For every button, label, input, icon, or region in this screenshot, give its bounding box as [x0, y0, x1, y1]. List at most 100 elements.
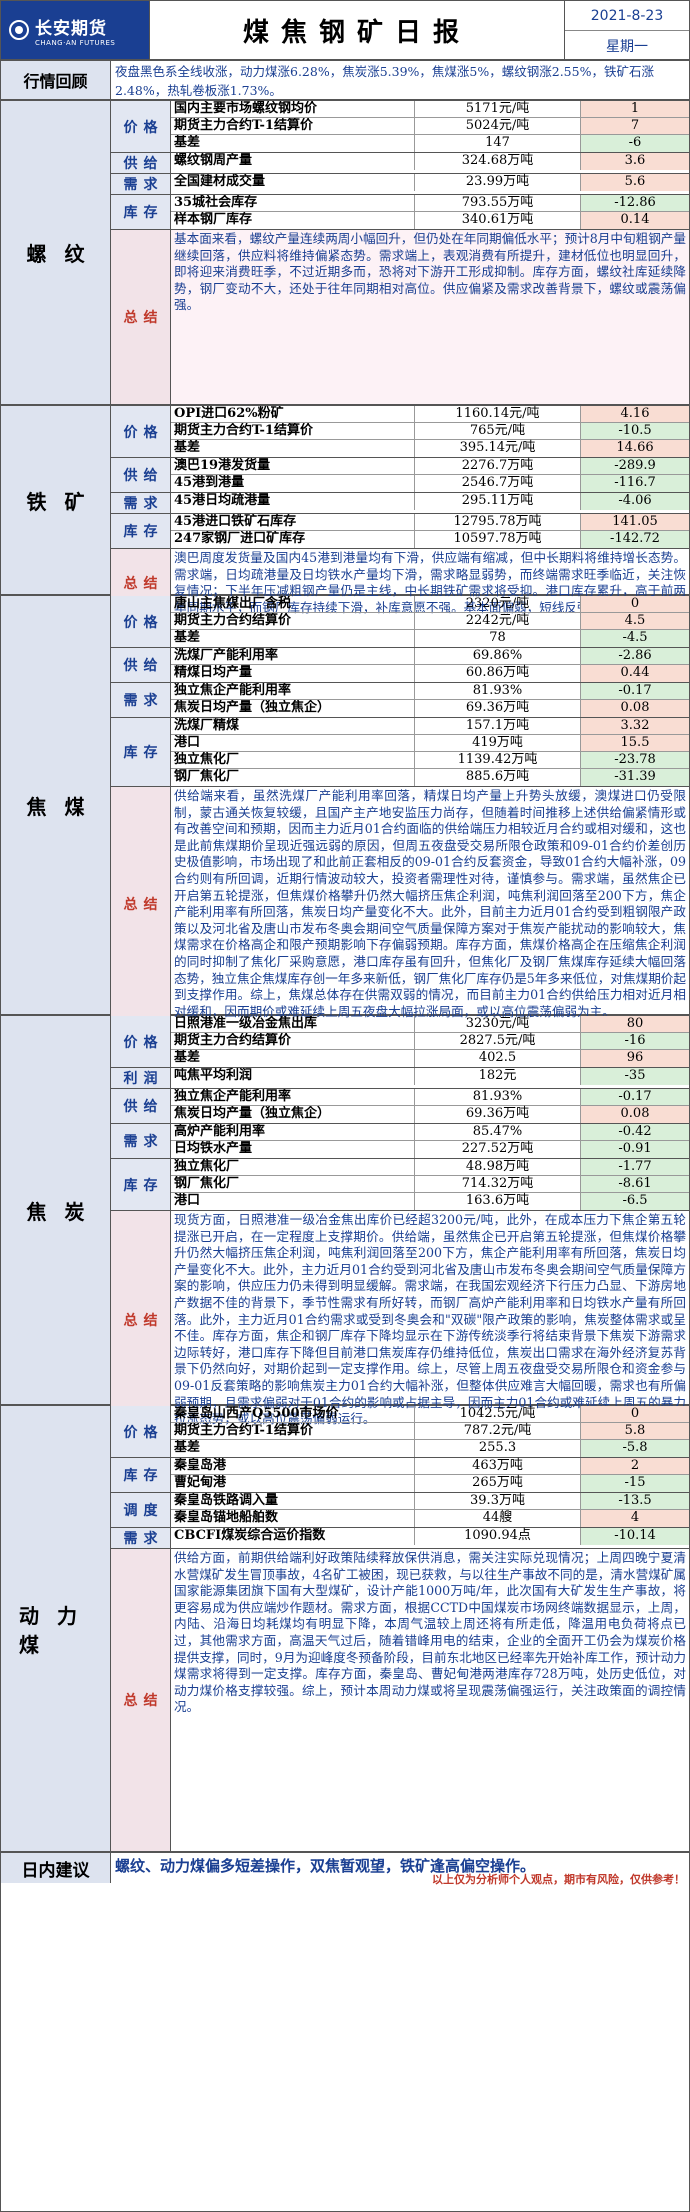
metric-name: 秦皇岛铁路调入量 [171, 1493, 415, 1509]
metric-change: 4 [581, 1510, 689, 1527]
report-title: 煤焦钢矿日报 [149, 1, 565, 59]
metric-change: 5.8 [581, 1423, 689, 1439]
metric-value: 463万吨 [415, 1458, 581, 1474]
metric-value: 227.52万吨 [415, 1141, 581, 1158]
group-label: 调度 [111, 1493, 171, 1527]
metric-value: 182元 [415, 1068, 581, 1085]
table-row: 独立焦企产能利用率 81.93% -0.17 [171, 1089, 689, 1106]
metric-name: 洗煤厂产能利用率 [171, 648, 415, 664]
metric-change: -23.78 [581, 752, 689, 768]
metric-name: 期货主力合约结算价 [171, 613, 415, 629]
metric-change: 96 [581, 1050, 689, 1067]
metric-value: 81.93% [415, 1089, 581, 1105]
metric-change: 15.5 [581, 735, 689, 751]
metric-name: 45港进口铁矿石库存 [171, 514, 415, 530]
metric-group: 价格 国内主要市场螺纹钢均价 5171元/吨 1 期货主力合约T-1结算价 5024元/吨… [111, 101, 689, 153]
metric-name: 样本钢厂库存 [171, 212, 415, 229]
metric-change: -4.5 [581, 630, 689, 647]
metric-value: 48.98万吨 [415, 1159, 581, 1175]
metric-value: 1042.5元/吨 [415, 1406, 581, 1422]
summary-block: 总结 供给方面，前期供给端利好政策陆续释放保供消息，需关注实际兑现情况；上周四晚宁… [111, 1549, 689, 1851]
intraday-advice: 日内建议 螺纹、动力煤偏多短差操作，双焦暂观望，铁矿逢高偏空操作。 以上仅为分析… [1, 1853, 689, 1886]
metric-group: 库存 洗煤厂精煤 157.1万吨 3.32 港口 419万吨 15.5 独立焦化厂 1139.4… [111, 718, 689, 787]
summary-text: 现货方面，日照港准一级冶金焦出库价已经超3200元/吨，此外，在成本压力下焦企第… [174, 1212, 686, 1427]
table-row: 45港进口铁矿石库存 12795.78万吨 141.05 [171, 514, 689, 531]
table-row: 螺纹钢周产量 324.68万吨 3.6 [171, 153, 689, 170]
metric-name: 吨焦平均利润 [171, 1068, 415, 1085]
metric-value: 714.32万吨 [415, 1176, 581, 1192]
group-label: 需求 [111, 174, 171, 194]
metric-change: -31.39 [581, 769, 689, 786]
section-2: 焦煤 价格 唐山主焦煤出厂含税 2320元/吨 0 期货主力合约结算价 2242元/吨 4.5… [1, 596, 689, 1022]
group-label: 需求 [111, 1124, 171, 1158]
metric-name: 247家钢厂进口矿库存 [171, 531, 415, 548]
metric-group: 需求 全国建材成交量 23.99万吨 5.6 [111, 174, 689, 195]
metric-value: 10597.78万吨 [415, 531, 581, 548]
metric-change: 2 [581, 1458, 689, 1474]
metric-value: 3230元/吨 [415, 1016, 581, 1032]
metric-value: 23.99万吨 [415, 174, 581, 191]
report-weekday: 星期一 [606, 39, 648, 55]
table-row: 基差 255.3 -5.8 [171, 1440, 689, 1457]
advice-label: 日内建议 [1, 1853, 111, 1883]
metric-change: -6.5 [581, 1193, 689, 1210]
metric-value: 2242元/吨 [415, 613, 581, 629]
metric-name: 曹妃甸港 [171, 1475, 415, 1492]
metric-value: 793.55万吨 [415, 195, 581, 211]
metric-change: -10.5 [581, 423, 689, 439]
table-row: 精煤日均产量 60.86万吨 0.44 [171, 665, 689, 682]
metric-group: 库存 45港进口铁矿石库存 12795.78万吨 141.05 247家钢厂进口矿库存 1… [111, 514, 689, 549]
section-label: 螺纹 [1, 101, 111, 404]
metric-group: 库存 秦皇岛港 463万吨 2 曹妃甸港 265万吨 -15 [111, 1458, 689, 1493]
metric-name: 钢厂焦化厂 [171, 1176, 415, 1192]
table-row: CBCFI煤炭综合运价指数 1090.94点 -10.14 [171, 1528, 689, 1545]
metric-name: 高炉产能利用率 [171, 1124, 415, 1140]
metric-name: 基差 [171, 440, 415, 457]
table-row: 基差 402.5 96 [171, 1050, 689, 1067]
metric-value: 60.86万吨 [415, 665, 581, 682]
metric-name: 港口 [171, 735, 415, 751]
metric-value: 1139.42万吨 [415, 752, 581, 768]
group-label: 供给 [111, 648, 171, 682]
group-label: 价格 [111, 101, 171, 152]
table-row: 焦炭日均产量（独立焦企） 69.36万吨 0.08 [171, 1106, 689, 1123]
metric-name: 日均铁水产量 [171, 1141, 415, 1158]
metric-value: 39.3万吨 [415, 1493, 581, 1509]
metric-change: -8.61 [581, 1176, 689, 1192]
metric-value: 78 [415, 630, 581, 647]
table-row: OPI进口62%粉矿 1160.14元/吨 4.16 [171, 406, 689, 423]
table-row: 秦皇岛港 463万吨 2 [171, 1458, 689, 1475]
summary-label: 总结 [111, 787, 171, 1022]
metric-change: -142.72 [581, 531, 689, 548]
metric-change: 0 [581, 596, 689, 612]
company-name-en: CHANG·AN FUTURES [35, 38, 116, 47]
metric-value: 255.3 [415, 1440, 581, 1457]
metric-name: 日照港准一级冶金焦出库 [171, 1016, 415, 1032]
section-label: 焦煤 [1, 596, 111, 1014]
metric-change: -35 [581, 1068, 689, 1085]
table-row: 洗煤厂产能利用率 69.86% -2.86 [171, 648, 689, 665]
group-label: 供给 [111, 153, 171, 173]
metric-change: -0.17 [581, 683, 689, 699]
metric-value: 265万吨 [415, 1475, 581, 1492]
report-date: 2021-8-23 [565, 1, 689, 31]
section-3: 焦炭 价格 日照港准一级冶金焦出库 3230元/吨 80 期货主力合约结算价 2827.5元… [1, 1016, 689, 1429]
table-row: 247家钢厂进口矿库存 10597.78万吨 -142.72 [171, 531, 689, 548]
metric-group: 供给 澳巴19港发货量 2276.7万吨 -289.9 45港到港量 2546.7万吨 -1… [111, 458, 689, 493]
metric-group: 调度 秦皇岛铁路调入量 39.3万吨 -13.5 秦皇岛锚地船舶数 44艘 4 [111, 1493, 689, 1528]
section-0: 螺纹 价格 国内主要市场螺纹钢均价 5171元/吨 1 期货主力合约T-1结算价 5024元… [1, 101, 689, 406]
metric-value: 12795.78万吨 [415, 514, 581, 530]
metric-name: 期货主力合约T-1结算价 [171, 1423, 415, 1439]
group-label: 价格 [111, 596, 171, 647]
metric-group: 需求 45港日均疏港量 295.11万吨 -4.06 [111, 493, 689, 514]
metric-value: 340.61万吨 [415, 212, 581, 229]
metric-change: 7 [581, 118, 689, 134]
metric-name: 基差 [171, 1440, 415, 1457]
group-label: 价格 [111, 406, 171, 457]
metric-change: -1.77 [581, 1159, 689, 1175]
metric-value: 324.68万吨 [415, 153, 581, 170]
metric-name: 45港到港量 [171, 475, 415, 492]
metric-change: -116.7 [581, 475, 689, 492]
table-row: 秦皇岛锚地船舶数 44艘 4 [171, 1510, 689, 1527]
metric-value: 85.47% [415, 1124, 581, 1140]
